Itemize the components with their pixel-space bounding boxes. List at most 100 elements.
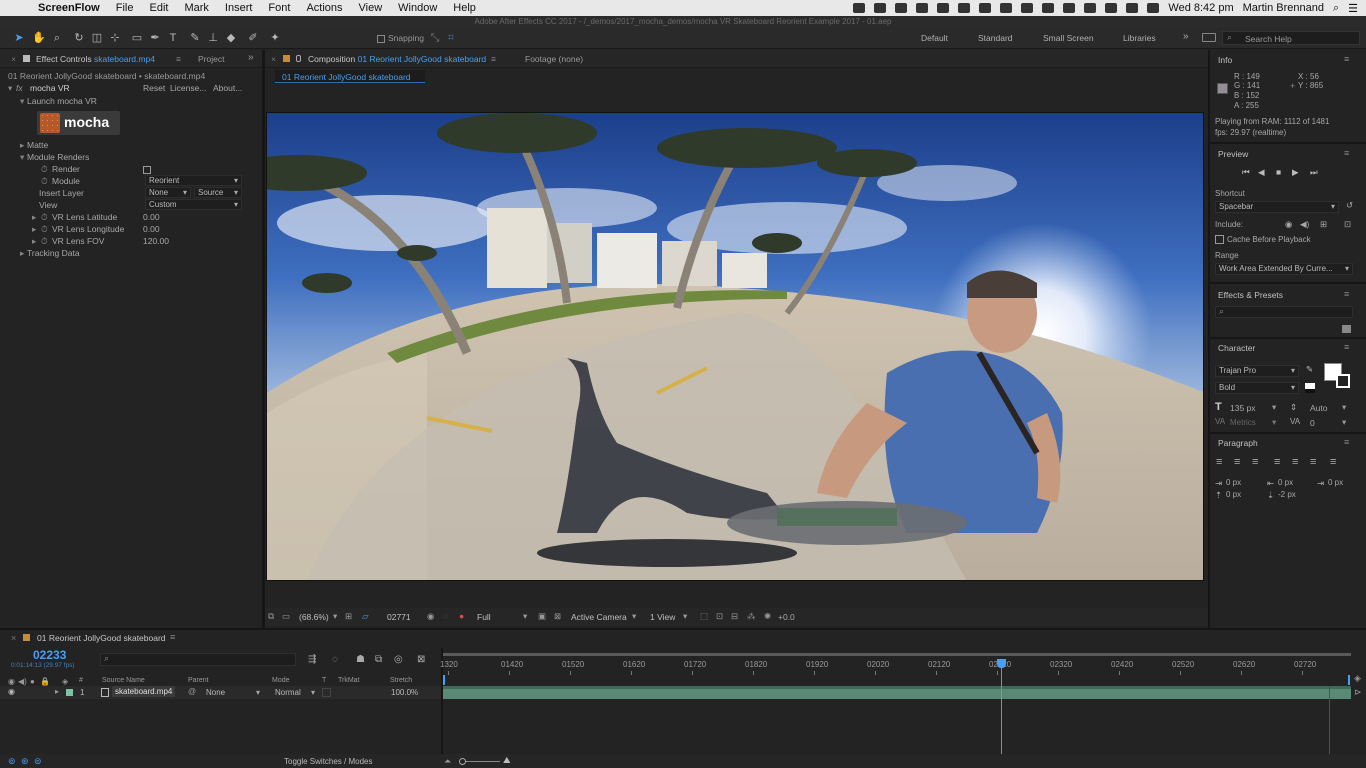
comp-lock-icon[interactable] <box>296 55 301 62</box>
zoom-out-icon[interactable]: ⏶ <box>444 756 451 767</box>
lon-value[interactable]: 0.00 <box>143 224 160 234</box>
fx-badge[interactable]: fx <box>16 83 23 93</box>
magnification-chevron-icon[interactable]: ▾ <box>333 611 337 622</box>
fov-value[interactable]: 120.00 <box>143 236 169 246</box>
workspace-overflow-icon[interactable]: » <box>1183 31 1189 42</box>
font-size-chevron-icon[interactable]: ▾ <box>1272 402 1276 413</box>
work-area-bar[interactable] <box>443 653 1351 656</box>
zoom-slider[interactable] <box>460 761 500 762</box>
menu-edit[interactable]: Edit <box>141 2 176 14</box>
info-menu-icon[interactable]: ≡ <box>1344 54 1349 64</box>
about-link[interactable]: About... <box>213 83 242 93</box>
work-area-start[interactable] <box>443 675 445 685</box>
bluetooth-icon[interactable] <box>1063 3 1076 13</box>
panel-lock-icon[interactable] <box>23 55 30 62</box>
space-after-value[interactable]: -2 px <box>1278 490 1296 499</box>
camera-tool-icon[interactable]: ◫ <box>90 31 104 45</box>
nvidia-icon[interactable] <box>979 3 992 13</box>
graph-editor-icon[interactable]: ⊠ <box>417 654 425 665</box>
close-timeline-tab-icon[interactable]: × <box>11 633 16 643</box>
tab-composition[interactable]: Composition 01 Reorient JollyGood skateb… <box>308 54 486 64</box>
menu-insert[interactable]: Insert <box>217 2 261 14</box>
time-machine-icon[interactable] <box>1021 3 1034 13</box>
creative-cloud-icon[interactable] <box>916 3 929 13</box>
menu-mark[interactable]: Mark <box>176 2 216 14</box>
always-preview-icon[interactable]: ⧉ <box>268 611 274 622</box>
parent-dropdown[interactable]: None <box>202 687 264 698</box>
indent-first-value[interactable]: 0 px <box>1328 478 1343 487</box>
menu-actions[interactable]: Actions <box>298 2 350 14</box>
transparency-grid-icon[interactable]: ⊠ <box>554 611 561 622</box>
show-snapshot-icon[interactable]: ◌ <box>443 611 448 621</box>
menu-window[interactable]: Window <box>390 2 445 14</box>
include-audio-icon[interactable]: ◀) <box>1300 219 1309 230</box>
camera-chevron-icon[interactable]: ▾ <box>632 611 636 622</box>
render-checkbox[interactable] <box>143 166 151 174</box>
character-menu-icon[interactable]: ≡ <box>1344 342 1349 352</box>
playhead-handle[interactable] <box>997 659 1006 668</box>
screenflow-icon[interactable] <box>895 3 908 13</box>
expand-lat-icon[interactable]: ▸ <box>32 212 36 223</box>
stop-icon[interactable]: ■ <box>1276 167 1281 177</box>
lat-value[interactable]: 0.00 <box>143 212 160 222</box>
toggle-pixel-aspect-icon[interactable]: ⬚ <box>700 611 708 622</box>
module-dropdown[interactable]: Reorient <box>145 175 242 186</box>
puppet-pin-tool-icon[interactable]: ✦ <box>268 31 282 45</box>
mode-dropdown[interactable]: Normal <box>271 687 319 698</box>
font-family-dropdown[interactable]: Trajan Pro <box>1215 365 1299 377</box>
view-dropdown[interactable]: Custom <box>145 199 242 210</box>
expand-effect-icon[interactable]: ▾ <box>8 83 12 94</box>
stopwatch-lat-icon[interactable]: ⏱ <box>41 212 48 223</box>
trkmat-dropdown[interactable] <box>322 688 331 697</box>
layer-name[interactable]: skateboard.mp4 <box>112 686 176 697</box>
fast-previews-icon[interactable]: ⊡ <box>716 611 723 622</box>
stopwatch-fov-icon[interactable]: ⏱ <box>41 236 48 247</box>
reset-link[interactable]: Reset <box>143 83 165 93</box>
previous-frame-icon[interactable]: ◀ <box>1258 167 1265 178</box>
airplay-icon[interactable] <box>1105 3 1118 13</box>
expand-launch-icon[interactable]: ▾ <box>20 96 24 107</box>
close-comp-tab-icon[interactable]: × <box>271 54 276 64</box>
pickwhip-icon[interactable]: @ <box>188 687 196 696</box>
type-tool-icon[interactable]: T <box>166 31 180 45</box>
snap-icon[interactable]: ⤡ <box>428 31 442 45</box>
font-size-value[interactable]: 135 px <box>1230 403 1256 413</box>
layer-visibility-icon[interactable]: ◉ <box>8 687 15 696</box>
eraser-tool-icon[interactable]: ◆ <box>224 31 238 45</box>
playhead-line[interactable] <box>1001 660 1002 754</box>
effects-menu-icon[interactable]: ≡ <box>1344 289 1349 299</box>
panel-overflow-icon[interactable]: » <box>248 52 254 63</box>
stopwatch-module-icon[interactable]: ⏱ <box>41 176 48 187</box>
timeline-icon[interactable]: ⊟ <box>731 611 738 622</box>
menu-app[interactable]: ScreenFlow <box>30 2 108 14</box>
gamepad-icon[interactable] <box>1000 3 1013 13</box>
tracking-chevron-icon[interactable]: ▾ <box>1342 417 1346 428</box>
work-area-end[interactable] <box>1348 675 1350 685</box>
layer-expand-icon[interactable]: ▸ <box>55 687 59 696</box>
menu-file[interactable]: File <box>108 2 142 14</box>
tab-effect-controls[interactable]: Effect Controls skateboard.mp4 <box>36 54 155 64</box>
expand-matte-icon[interactable]: ▸ <box>20 140 24 151</box>
views-chevron-icon[interactable]: ▾ <box>683 611 687 622</box>
selection-tool-icon[interactable]: ➤ <box>12 31 26 45</box>
justify-center-icon[interactable]: ≡ <box>1292 456 1298 468</box>
sync-icon[interactable] <box>874 3 887 13</box>
leading-chevron-icon[interactable]: ▾ <box>1342 402 1346 413</box>
in-out-icon[interactable]: ⊜ <box>34 756 42 767</box>
tracking-value[interactable]: 0 <box>1310 418 1315 428</box>
volume-icon[interactable] <box>1126 3 1139 13</box>
resolution-dropdown[interactable]: Full <box>477 612 491 622</box>
next-frame-icon[interactable]: ▶ <box>1292 167 1299 178</box>
eyedropper-icon[interactable]: ✎ <box>1306 364 1313 375</box>
indent-right-value[interactable]: 0 px <box>1278 478 1293 487</box>
layer-label-color[interactable] <box>66 689 73 696</box>
stopwatch-render-icon[interactable]: ⏱ <box>41 164 48 175</box>
mode-header[interactable]: Mode <box>272 677 290 684</box>
magnification-dropdown[interactable]: (68.6%) <box>299 612 329 622</box>
menu-view[interactable]: View <box>351 2 391 14</box>
toggle-switches-modes-button[interactable]: Toggle Switches / Modes <box>284 757 373 766</box>
brush-tool-icon[interactable]: ✎ <box>188 31 202 45</box>
reset-exposure-icon[interactable]: ✺ <box>764 611 771 622</box>
spotlight-icon[interactable]: ⌕ <box>1333 2 1339 15</box>
flowchart-icon[interactable]: ⁂ <box>747 611 756 622</box>
